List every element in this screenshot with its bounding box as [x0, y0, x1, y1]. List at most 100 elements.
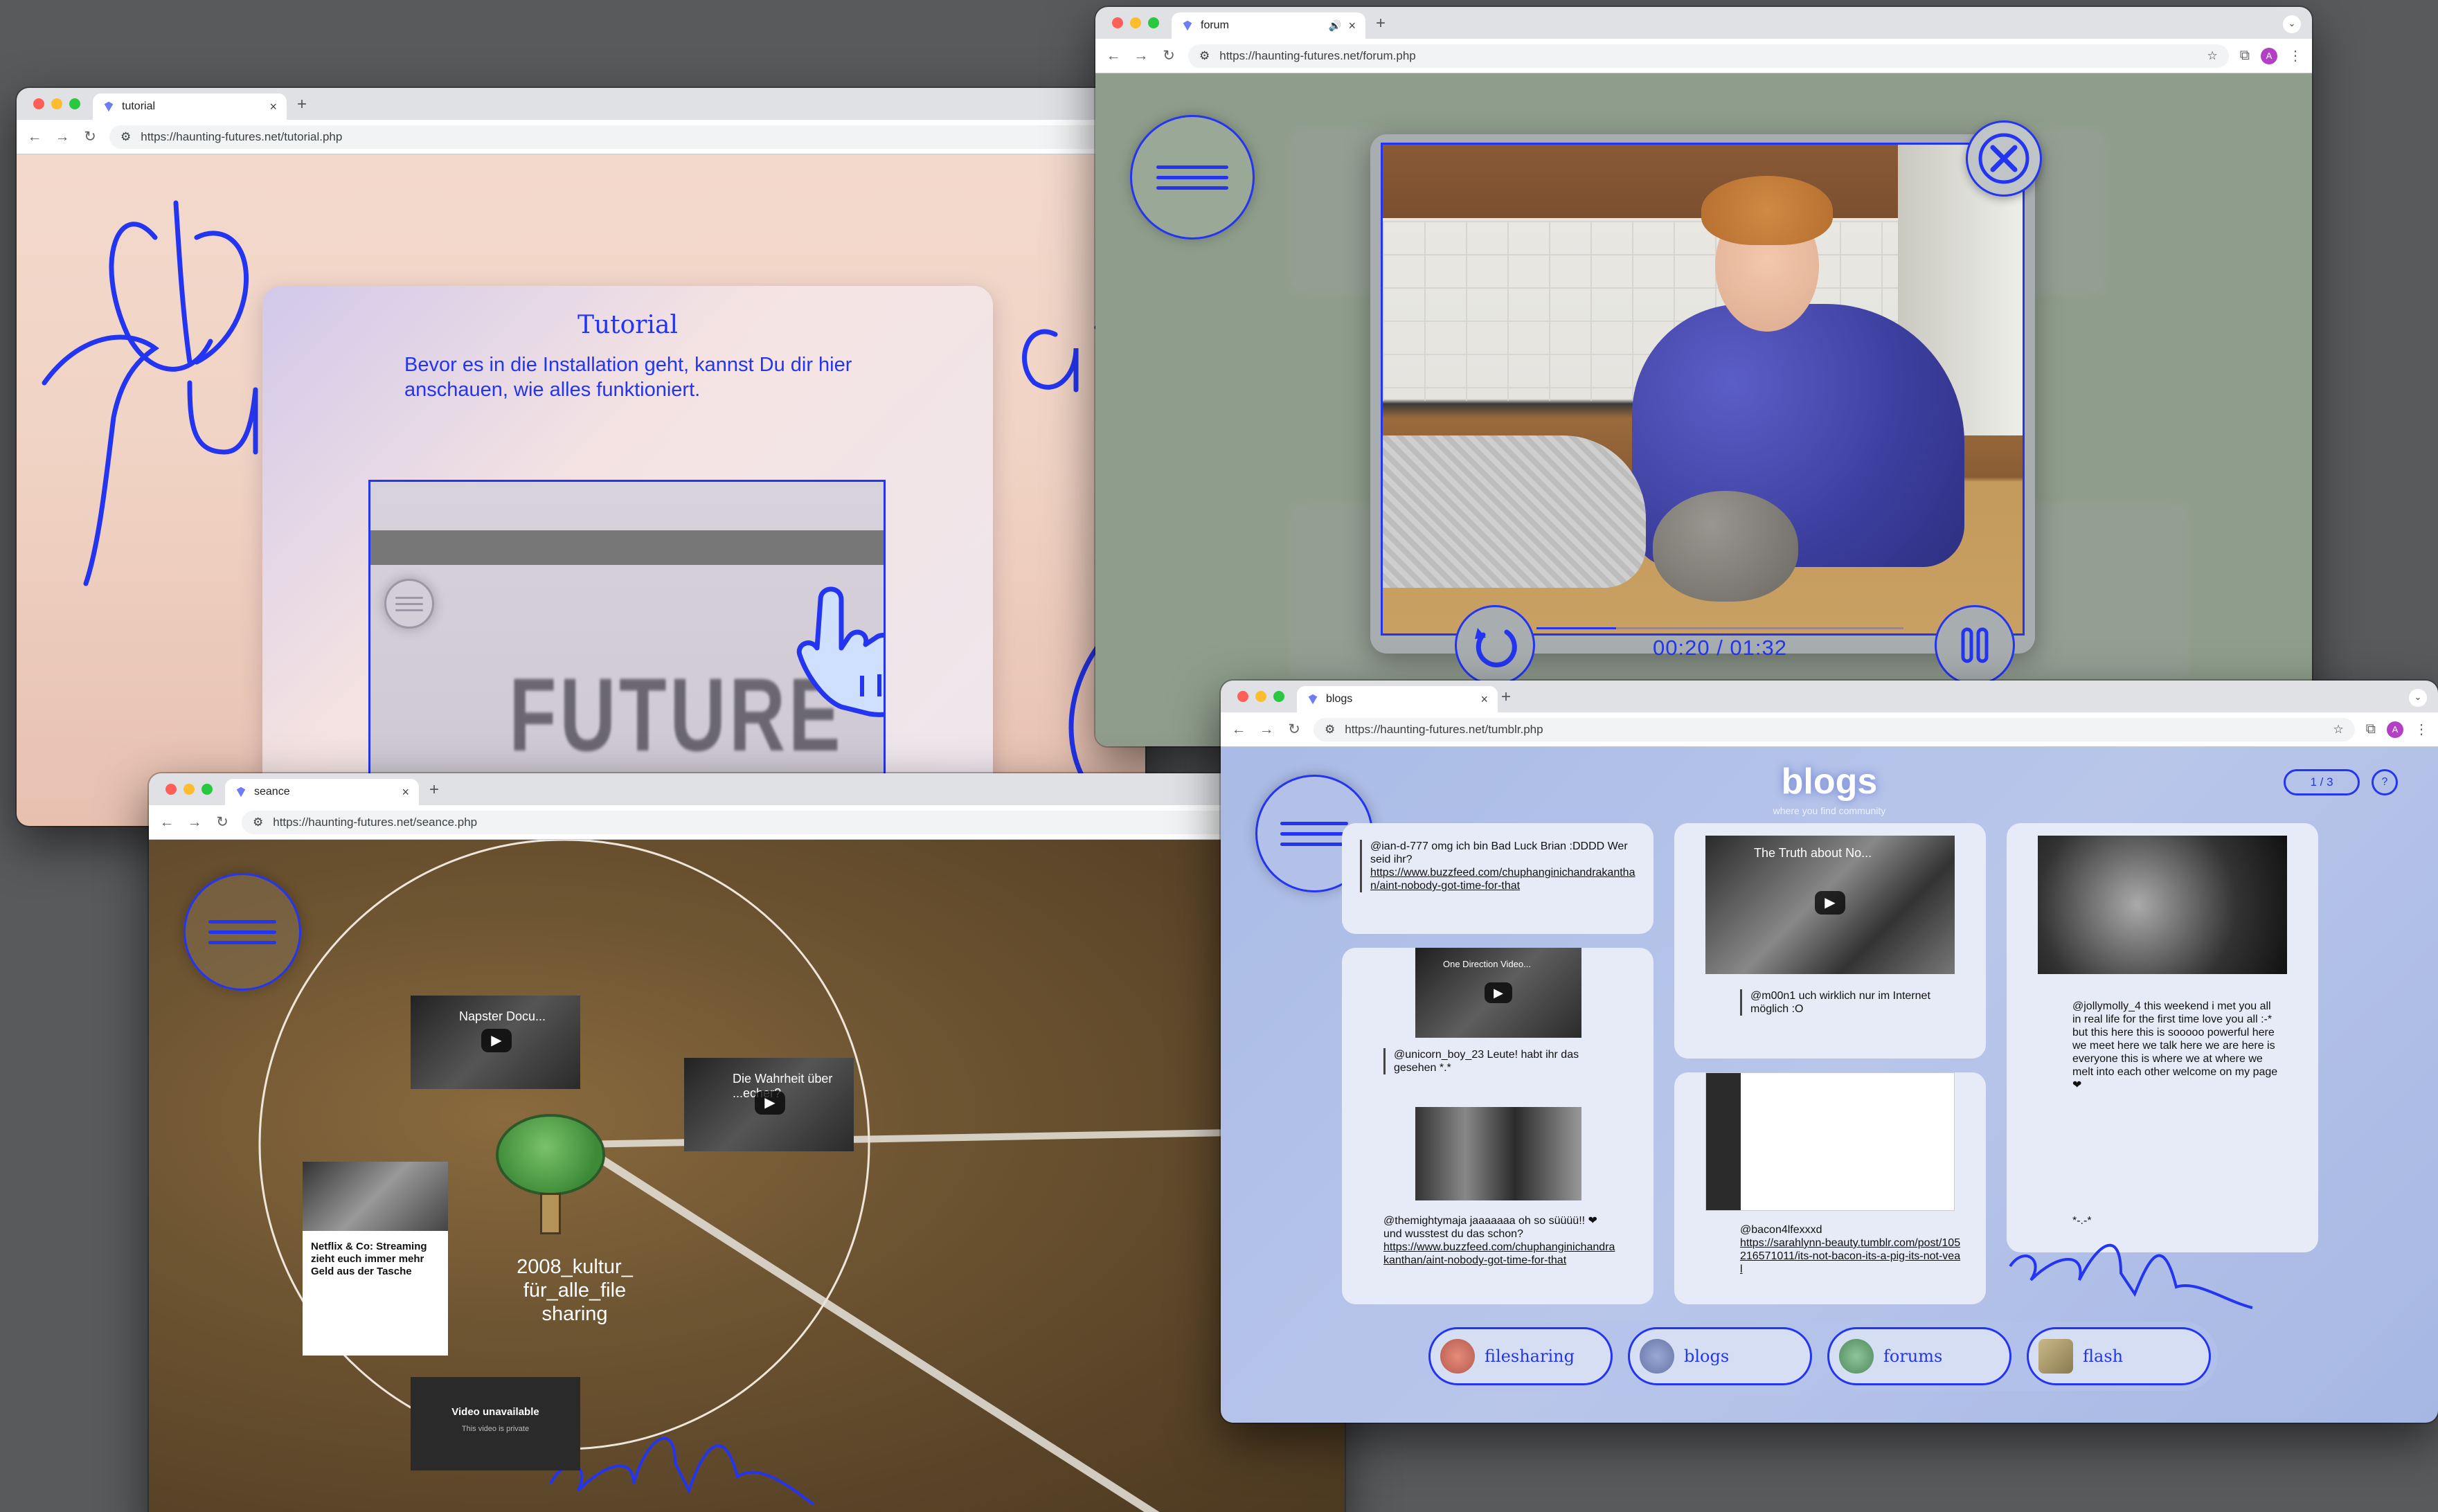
kebab-menu-icon[interactable]: ⋮ [2288, 47, 2302, 64]
video-thumbnail-napster[interactable]: Napster Docu... ▶ [411, 996, 580, 1089]
reload-icon[interactable]: ↻ [214, 813, 231, 831]
forums-icon [1839, 1339, 1874, 1374]
video-progress-track[interactable] [1536, 627, 1903, 629]
tree-trunk [540, 1193, 561, 1234]
tab-title: blogs [1326, 693, 1353, 705]
bookmark-star-icon[interactable]: ☆ [2207, 49, 2217, 63]
video-pause-button[interactable] [1935, 605, 2015, 685]
play-icon[interactable]: ▶ [1815, 891, 1845, 915]
nav-blogs[interactable]: blogs [1628, 1327, 1812, 1385]
post-link[interactable]: https://www.buzzfeed.com/chuphanginichan… [1370, 867, 1635, 892]
video-close-button[interactable] [1966, 120, 2042, 197]
video-thumb-title: Die Wahrheit über ...echer? [733, 1072, 833, 1100]
seance-page: Napster Docu... ▶ Die Wahrheit über ...e… [149, 840, 1345, 1512]
window-controls[interactable] [1112, 17, 1159, 28]
nav-flash[interactable]: flash [2027, 1327, 2211, 1385]
extensions-icon[interactable]: ⧉ [2366, 721, 2376, 737]
reload-icon[interactable]: ↻ [1160, 47, 1177, 64]
new-tab-icon[interactable]: + [1376, 14, 1386, 33]
nav-filesharing[interactable]: filesharing [1428, 1327, 1613, 1385]
site-settings-icon[interactable]: ⚙ [1325, 723, 1335, 737]
back-icon[interactable]: ← [159, 814, 175, 831]
video-thumbnail-wahrheit[interactable]: Die Wahrheit über ...echer? ▶ [684, 1058, 854, 1151]
address-bar[interactable]: ⚙ https://haunting-futures.net/forum.php… [1188, 44, 2229, 68]
close-tab-icon[interactable]: × [1348, 19, 1356, 33]
tab-forum[interactable]: forum 🔊 × [1172, 12, 1365, 39]
close-tab-icon[interactable]: × [402, 785, 409, 800]
tab-seance[interactable]: seance × [225, 779, 419, 805]
address-bar[interactable]: ⚙ https://haunting-futures.net/tumblr.ph… [1314, 717, 2355, 741]
nav-label: filesharing [1485, 1347, 1575, 1366]
profile-avatar[interactable]: A [2387, 721, 2403, 738]
forward-icon[interactable]: → [186, 814, 203, 831]
window-controls[interactable] [165, 784, 213, 795]
tab-title: seance [254, 786, 290, 798]
play-icon[interactable]: ▶ [755, 1091, 785, 1115]
reload-icon[interactable]: ↻ [1286, 721, 1302, 738]
video-replay-button[interactable] [1455, 605, 1535, 685]
extensions-icon[interactable]: ⧉ [2240, 48, 2250, 64]
window-controls[interactable] [1237, 691, 1284, 702]
post-image-screenshot [1705, 1072, 1955, 1211]
menu-button[interactable] [1130, 115, 1255, 240]
site-settings-icon[interactable]: ⚙ [120, 130, 131, 144]
kebab-menu-icon[interactable]: ⋮ [2414, 721, 2428, 738]
back-icon[interactable]: ← [1105, 48, 1122, 64]
video-player[interactable]: 00:20 / 01:32 [1370, 120, 2042, 685]
post-video-thumbnail[interactable]: The Truth about No... ▶ [1705, 836, 1955, 974]
tab-blogs[interactable]: blogs × [1297, 686, 1498, 712]
blog-post-card: @bacon4lfexxxd https://sarahlynn-beauty.… [1674, 1072, 1986, 1304]
pointer-hand-icon [796, 586, 884, 717]
play-icon[interactable]: ▶ [481, 1029, 512, 1052]
audio-playing-icon[interactable]: 🔊 [1329, 19, 1342, 32]
knit-armrest [1383, 435, 1646, 588]
forward-icon[interactable]: → [1133, 48, 1149, 64]
article-title: Netflix & Co: Streaming zieht euch immer… [311, 1241, 427, 1277]
tab-search-icon[interactable]: ⌄ [2283, 15, 2301, 33]
new-tab-icon[interactable]: + [297, 95, 307, 114]
close-tab-icon[interactable]: × [1480, 692, 1488, 707]
menu-button[interactable] [183, 873, 301, 991]
post-link[interactable]: https://www.buzzfeed.com/chuphanginichan… [1383, 1241, 1615, 1266]
unavailable-subtitle: This video is private [461, 1425, 530, 1433]
browser-chrome: blogs × + ⌄ ← → ↻ ⚙ https://haunting-fut… [1221, 681, 2438, 747]
browser-chrome: seance × + ← → ↻ ⚙ https://haunting-futu… [149, 773, 1345, 840]
url-text: https://haunting-futures.net/seance.php [273, 815, 478, 829]
address-bar[interactable]: ⚙ https://haunting-futures.net/tutorial.… [109, 125, 1136, 149]
reload-icon[interactable]: ↻ [82, 128, 98, 145]
play-icon[interactable]: ▶ [1485, 982, 1512, 1003]
site-settings-icon[interactable]: ⚙ [253, 816, 263, 829]
close-tab-icon[interactable]: × [269, 100, 277, 114]
new-tab-icon[interactable]: + [1501, 687, 1511, 707]
blog-post-card: @jollymolly_4 this weekend i met you all… [2007, 823, 2318, 1252]
video-frame [1381, 143, 2025, 636]
bookmark-star-icon[interactable]: ☆ [2333, 723, 2343, 737]
help-button[interactable]: ? [2372, 769, 2398, 795]
url-text: https://haunting-futures.net/tutorial.ph… [141, 129, 343, 143]
browser-chrome: forum 🔊 × + ⌄ ← → ↻ ⚙ https://haunting-f… [1095, 7, 2312, 73]
person-hair [1701, 176, 1833, 245]
forward-icon[interactable]: → [54, 129, 71, 145]
article-card[interactable]: Netflix & Co: Streaming zieht euch immer… [303, 1162, 448, 1356]
video-unavailable-card[interactable]: Video unavailable This video is private [411, 1377, 580, 1470]
window-controls[interactable] [33, 98, 80, 109]
address-bar[interactable]: ⚙ https://haunting-futures.net/seance.ph… [242, 810, 1335, 834]
tab-tutorial[interactable]: tutorial × [93, 93, 287, 120]
nav-label: flash [2083, 1347, 2124, 1366]
post-link[interactable]: https://sarahlynn-beauty.tumblr.com/post… [1740, 1237, 1960, 1275]
blogs-page: blogs where you find community 1 / 3 ? @… [1221, 747, 2438, 1423]
post-text: @bacon4lfexxxd [1740, 1224, 1822, 1236]
blog-post-card: @ian-d-777 omg ich bin Bad Luck Brian :D… [1342, 823, 1653, 934]
back-icon[interactable]: ← [1230, 721, 1247, 738]
pager[interactable]: 1 / 3 [2284, 769, 2360, 795]
browser-chrome: tutorial × + ← → ↻ ⚙ https://haunting-fu… [17, 88, 1145, 154]
nav-forums[interactable]: forums [1827, 1327, 2011, 1385]
tree-node[interactable] [499, 1117, 609, 1234]
back-icon[interactable]: ← [26, 129, 43, 145]
forward-icon[interactable]: → [1258, 721, 1275, 738]
post-video-thumbnail[interactable]: One Direction Video... ▶ [1415, 948, 1581, 1038]
tab-search-icon[interactable]: ⌄ [2409, 689, 2427, 707]
profile-avatar[interactable]: A [2261, 47, 2277, 64]
site-settings-icon[interactable]: ⚙ [1199, 49, 1210, 63]
new-tab-icon[interactable]: + [429, 780, 439, 800]
